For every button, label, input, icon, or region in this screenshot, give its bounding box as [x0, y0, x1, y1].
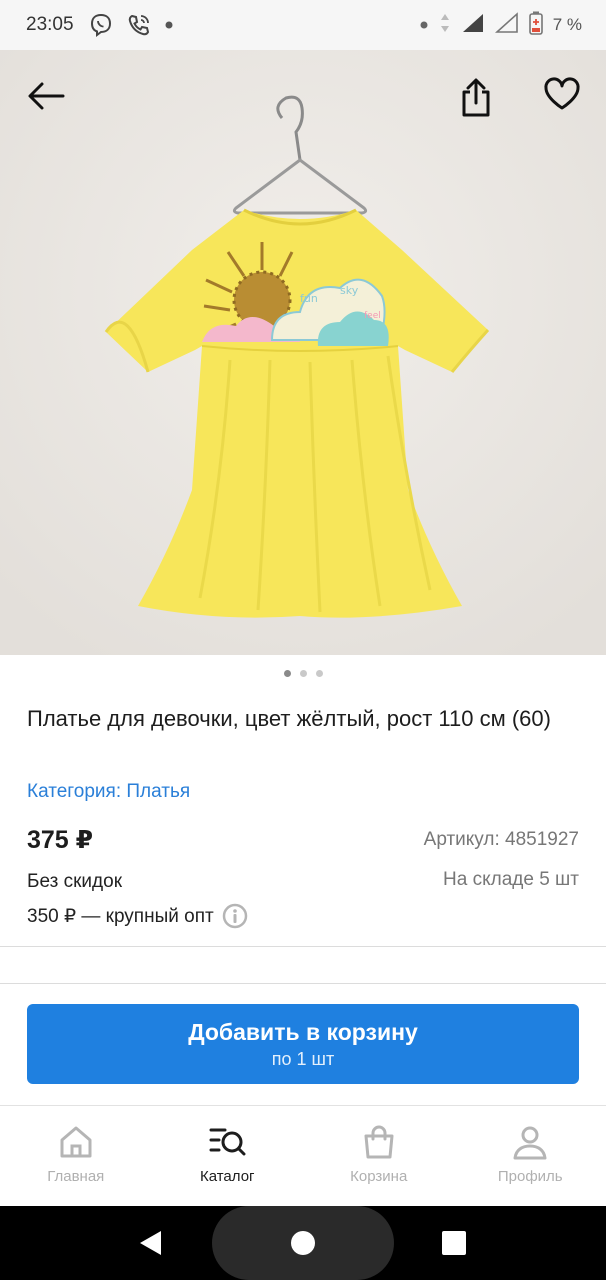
svg-text:fun: fun: [300, 292, 318, 305]
wholesale-price: 350 ₽ — крупный опт: [27, 903, 248, 929]
square-recents-icon: [442, 1231, 466, 1255]
share-icon: [462, 78, 490, 117]
nav-label: Каталог: [199, 1168, 255, 1185]
circle-home-icon: [291, 1231, 315, 1255]
pager-dot[interactable]: [315, 670, 323, 677]
pager-dot[interactable]: [299, 670, 307, 677]
divider: [0, 946, 606, 947]
nav-label: Главная: [47, 1168, 105, 1185]
product-title: Платье для девочки, цвет жёлтый, рост 11…: [27, 706, 551, 731]
arrow-left-icon: [28, 82, 65, 110]
nav-item-cart[interactable]: Корзина: [303, 1106, 455, 1206]
category-link[interactable]: Категория: Платья: [27, 781, 190, 803]
triangle-back-icon: [140, 1231, 161, 1255]
product-price: 375 ₽: [27, 826, 94, 854]
battery-icon: [528, 11, 543, 40]
heart-icon: [544, 77, 580, 110]
add-to-cart-quantity: по 1 шт: [271, 1049, 335, 1069]
product-image[interactable]: fun sky feel: [0, 50, 606, 655]
dot-icon: [164, 20, 174, 30]
nav-label: Корзина: [350, 1168, 408, 1185]
status-bar: 23:05 7 %: [0, 0, 606, 50]
battery-percent: 7 %: [552, 15, 582, 34]
profile-icon: [513, 1126, 547, 1160]
system-back-button[interactable]: [128, 1223, 172, 1263]
notification-dot-icon: [419, 15, 429, 35]
signal-icon: [461, 12, 485, 39]
catalog-search-icon: [209, 1128, 246, 1156]
divider: [0, 983, 606, 984]
status-time: 23:05: [26, 14, 74, 35]
nav-label: Профиль: [497, 1168, 563, 1185]
share-button[interactable]: [452, 74, 500, 122]
bag-icon: [364, 1125, 394, 1159]
add-to-cart-label: Добавить в корзину: [188, 1019, 418, 1045]
svg-text:feel: feel: [364, 311, 381, 321]
product-sku: Артикул: 4851927: [423, 829, 579, 850]
add-to-cart-button[interactable]: Добавить в корзину по 1 шт: [27, 1004, 579, 1084]
favorite-button[interactable]: [538, 70, 586, 118]
system-navigation-bar: [0, 1206, 606, 1280]
system-home-button[interactable]: [212, 1206, 394, 1280]
phone-call-icon: [126, 12, 152, 38]
stock-status: На складе 5 шт: [443, 869, 579, 890]
back-button[interactable]: [22, 72, 70, 120]
wholesale-price-text: 350 ₽ — крупный опт: [27, 905, 214, 927]
discount-status: Без скидок: [27, 871, 122, 892]
svg-text:sky: sky: [340, 284, 359, 297]
system-recents-button[interactable]: [432, 1223, 476, 1263]
pager-dot[interactable]: [283, 670, 291, 677]
nav-item-catalog[interactable]: Каталог: [152, 1106, 304, 1206]
nav-item-profile[interactable]: Профиль: [455, 1106, 606, 1206]
data-arrows-icon: [439, 12, 451, 39]
home-icon: [60, 1126, 92, 1158]
viber-icon: [88, 12, 114, 38]
image-pager[interactable]: [0, 670, 606, 677]
nav-item-home[interactable]: Главная: [0, 1106, 152, 1206]
info-icon[interactable]: [222, 903, 248, 929]
dress-illustration: fun sky feel: [0, 50, 606, 655]
bottom-nav: Главная Каталог Корзина Профиль: [0, 1105, 606, 1206]
signal-empty-icon: [494, 11, 519, 39]
